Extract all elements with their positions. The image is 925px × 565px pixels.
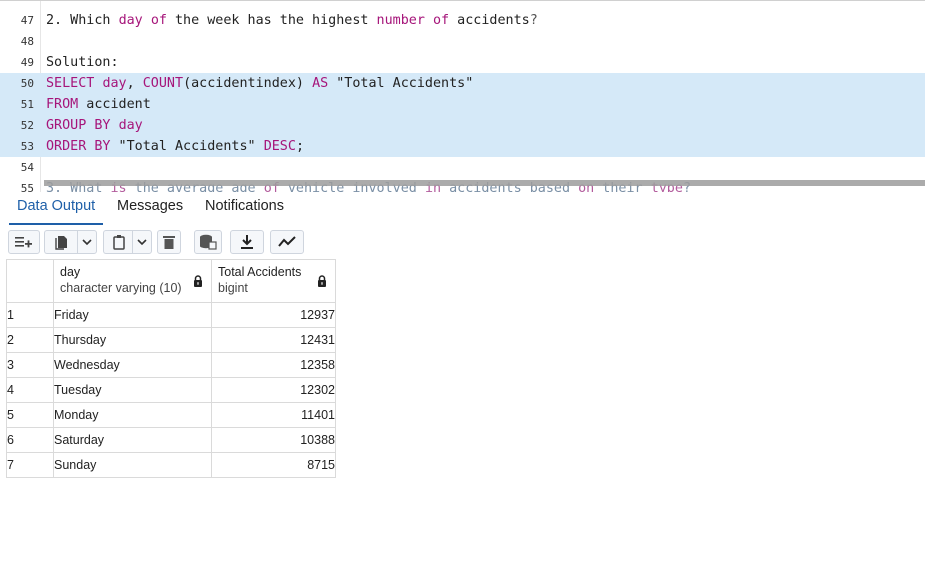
table-row[interactable]: 4 Tuesday 12302 xyxy=(6,377,336,403)
cell-day[interactable]: Friday xyxy=(53,302,212,328)
paste-button[interactable] xyxy=(103,230,133,254)
graph-visualiser-button[interactable] xyxy=(270,230,304,254)
query-editor[interactable]: 47 2. Which day of the week has the high… xyxy=(0,0,925,193)
cell-day[interactable]: Wednesday xyxy=(53,352,212,378)
cell-total-accidents[interactable]: 12302 xyxy=(211,377,336,403)
row-number[interactable]: 3 xyxy=(6,352,54,378)
line-number: 50 xyxy=(20,77,34,90)
cell-day[interactable]: Monday xyxy=(53,402,212,428)
trash-icon xyxy=(163,235,175,249)
code-text: ORDER BY "Total Accidents" DESC; xyxy=(46,139,304,154)
chevron-down-icon xyxy=(137,239,147,246)
download-icon xyxy=(241,235,253,249)
code-text: FROM accident xyxy=(46,97,151,112)
database-save-icon xyxy=(200,234,217,250)
row-number[interactable]: 7 xyxy=(6,452,54,478)
table-row[interactable]: 2 Thursday 12431 xyxy=(6,327,336,353)
download-button[interactable] xyxy=(230,230,264,254)
clipboard-icon xyxy=(112,235,125,250)
editor-line-48[interactable]: 48 xyxy=(0,31,925,52)
tab-notifications[interactable]: Notifications xyxy=(197,192,292,223)
editor-line-50[interactable]: 50 SELECT day, COUNT(accidentindex) AS "… xyxy=(0,73,925,94)
row-number[interactable]: 5 xyxy=(6,402,54,428)
cell-total-accidents[interactable]: 10388 xyxy=(211,427,336,453)
code-text: 2. Which day of the week has the highest… xyxy=(46,13,538,28)
column-type: character varying (10) xyxy=(60,281,182,295)
line-number: 54 xyxy=(20,161,34,174)
line-number: 47 xyxy=(20,14,34,27)
column-header-day[interactable]: day character varying (10) xyxy=(53,259,212,303)
lock-icon xyxy=(193,275,203,290)
table-row[interactable]: 3 Wednesday 12358 xyxy=(6,352,336,378)
add-row-button[interactable] xyxy=(8,230,40,254)
line-chart-icon xyxy=(278,236,296,247)
line-number: 49 xyxy=(20,56,34,69)
code-text: SELECT day, COUNT(accidentindex) AS "Tot… xyxy=(46,76,474,91)
column-name: day xyxy=(60,265,81,279)
row-number-header[interactable] xyxy=(6,259,54,303)
cell-total-accidents[interactable]: 12358 xyxy=(211,352,336,378)
cell-total-accidents[interactable]: 11401 xyxy=(211,402,336,428)
data-output-toolbar xyxy=(0,225,925,260)
cell-total-accidents[interactable]: 12431 xyxy=(211,327,336,353)
copy-dropdown-button[interactable] xyxy=(77,230,97,254)
editor-line-53[interactable]: 53 ORDER BY "Total Accidents" DESC; xyxy=(0,136,925,157)
line-number: 55 xyxy=(20,182,34,193)
line-number: 51 xyxy=(20,98,34,111)
copy-button[interactable] xyxy=(44,230,78,254)
code-text: Solution: xyxy=(46,55,119,70)
result-grid: day character varying (10) Total Acciden… xyxy=(6,259,336,478)
tab-messages[interactable]: Messages xyxy=(109,192,191,223)
cell-total-accidents[interactable]: 8715 xyxy=(211,452,336,478)
delete-button[interactable] xyxy=(157,230,181,254)
lock-icon xyxy=(317,275,327,290)
cell-total-accidents[interactable]: 12937 xyxy=(211,302,336,328)
line-number: 53 xyxy=(20,140,34,153)
row-number[interactable]: 2 xyxy=(6,327,54,353)
cell-day[interactable]: Sunday xyxy=(53,452,212,478)
paste-dropdown-button[interactable] xyxy=(132,230,152,254)
editor-line-54[interactable]: 54 xyxy=(0,157,925,178)
editor-line-47[interactable]: 47 2. Which day of the week has the high… xyxy=(0,10,925,31)
editor-line-51[interactable]: 51 FROM accident xyxy=(0,94,925,115)
save-data-button[interactable] xyxy=(194,230,222,254)
table-row[interactable]: 7 Sunday 8715 xyxy=(6,452,336,478)
table-row[interactable]: 5 Monday 11401 xyxy=(6,402,336,428)
row-number[interactable]: 6 xyxy=(6,427,54,453)
editor-horizontal-scrollbar[interactable] xyxy=(44,180,925,186)
editor-line-49[interactable]: 49 Solution: xyxy=(0,52,925,73)
tab-data-output[interactable]: Data Output xyxy=(9,192,104,225)
grid-header-row: day character varying (10) Total Acciden… xyxy=(6,259,336,303)
row-number[interactable]: 1 xyxy=(6,302,54,328)
result-grid-panel: day character varying (10) Total Acciden… xyxy=(0,259,925,565)
cell-day[interactable]: Saturday xyxy=(53,427,212,453)
output-tabs: Data Output Messages Notifications xyxy=(0,192,925,226)
line-number: 52 xyxy=(20,119,34,132)
row-number[interactable]: 4 xyxy=(6,377,54,403)
copy-icon xyxy=(54,236,67,250)
line-number: 48 xyxy=(20,35,34,48)
column-header-total-accidents[interactable]: Total Accidents bigint xyxy=(211,259,336,303)
cell-day[interactable]: Tuesday xyxy=(53,377,212,403)
code-text: GROUP BY day xyxy=(46,118,143,133)
add-row-icon xyxy=(15,237,32,248)
table-row[interactable]: 6 Saturday 10388 xyxy=(6,427,336,453)
table-row[interactable]: 1 Friday 12937 xyxy=(6,302,336,328)
editor-line-52[interactable]: 52 GROUP BY day xyxy=(0,115,925,136)
cell-day[interactable]: Thursday xyxy=(53,327,212,353)
chevron-down-icon xyxy=(82,239,92,246)
